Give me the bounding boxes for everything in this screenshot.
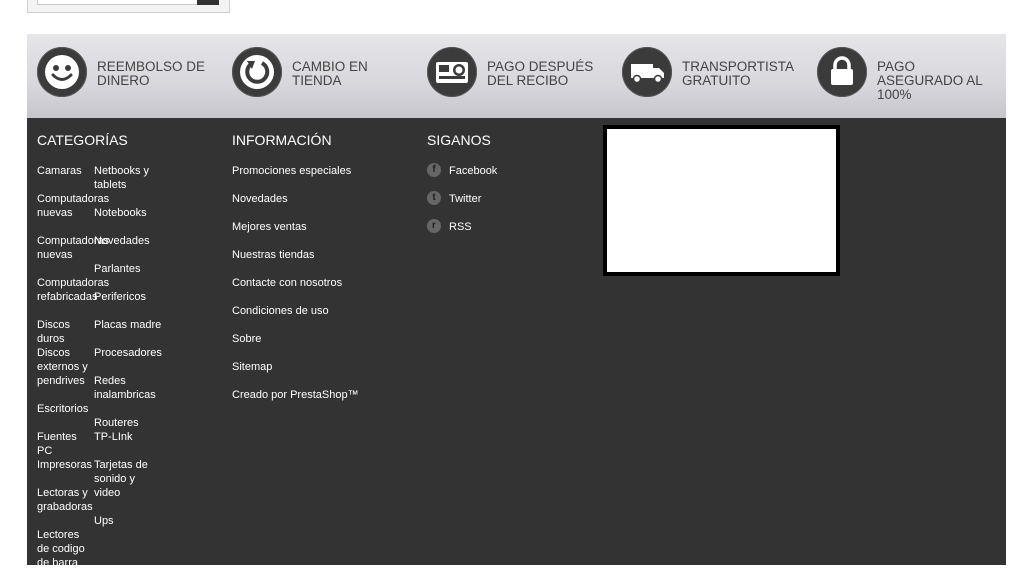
search-button[interactable]: [197, 0, 219, 5]
reassurance-label: PAGO ASEGURADO AL 100%: [877, 59, 983, 102]
category-link[interactable]: Procesadores: [94, 346, 166, 360]
category-link[interactable]: Computadoras refabricadas: [37, 276, 109, 304]
info-link[interactable]: Condiciones de uso: [232, 304, 329, 318]
category-link[interactable]: Netbooks y tablets: [94, 164, 156, 192]
info-link[interactable]: Mejores ventas: [232, 220, 307, 234]
category-link[interactable]: Novedades: [94, 234, 156, 248]
category-link[interactable]: Computadoras nuevas: [37, 192, 109, 220]
category-link[interactable]: Ups: [94, 514, 156, 528]
category-link[interactable]: Impresoras: [37, 458, 93, 472]
info-link[interactable]: Sitemap: [232, 360, 272, 374]
search-input[interactable]: [37, 0, 219, 5]
info-link[interactable]: Creado por PrestaShop™: [232, 388, 359, 402]
truck-icon: [622, 47, 672, 97]
search-block: [27, 0, 230, 13]
lock-icon: [817, 47, 867, 97]
smiley-icon: [37, 47, 87, 97]
facebook-icon: f: [427, 163, 441, 177]
reassurance-label: TRANSPORTISTA GRATUITO: [682, 59, 794, 88]
info-link[interactable]: Nuestras tiendas: [232, 248, 315, 262]
facebook-link[interactable]: Facebook: [449, 164, 497, 178]
info-link[interactable]: Sobre: [232, 332, 261, 346]
category-link[interactable]: Lectoras y grabadoras: [37, 486, 93, 514]
category-link[interactable]: Escritorios: [37, 402, 93, 416]
reassurance-label: PAGO DESPUÉS DEL RECIBO: [487, 59, 594, 88]
cash-icon: [427, 47, 477, 97]
categories-title: CATEGORÍAS: [37, 132, 128, 148]
info-link[interactable]: Novedades: [232, 192, 288, 206]
category-link[interactable]: Lectores de codigo de barra: [37, 528, 93, 570]
rss-icon: r: [427, 219, 441, 233]
category-link[interactable]: Redes inalambricas: [94, 374, 156, 402]
category-link[interactable]: Placas madre: [94, 318, 164, 332]
twitter-link[interactable]: Twitter: [449, 192, 481, 206]
footer: CATEGORÍAS Camaras Computadoras nuevas C…: [27, 118, 1006, 569]
refresh-icon: [232, 47, 282, 97]
reassurance-bar: REEMBOLSO DE DINERO CAMBIO EN TIENDA PAG…: [27, 34, 1006, 118]
category-link[interactable]: Perifericos: [94, 290, 156, 304]
embedded-widget-box: [603, 125, 840, 276]
category-link[interactable]: Tarjetas de sonido y video: [94, 458, 156, 500]
category-link[interactable]: Notebooks: [94, 206, 156, 220]
twitter-icon: t: [427, 191, 441, 205]
info-link[interactable]: Promociones especiales: [232, 164, 351, 178]
category-link[interactable]: Parlantes: [94, 262, 156, 276]
reassurance-label: REEMBOLSO DE DINERO: [97, 59, 206, 88]
category-link[interactable]: Discos duros: [37, 318, 93, 346]
information-title: INFORMACIÓN: [232, 132, 332, 148]
rss-link[interactable]: RSS: [449, 220, 472, 234]
category-link[interactable]: Computadoras nuevas: [37, 234, 109, 262]
category-link[interactable]: Fuentes PC: [37, 430, 93, 458]
social-title: SIGANOS: [427, 132, 491, 148]
category-link[interactable]: Camaras: [37, 164, 92, 178]
category-link[interactable]: Discos externos y pendrives: [37, 346, 93, 388]
reassurance-label: CAMBIO EN TIENDA: [292, 59, 368, 88]
info-link[interactable]: Contacte con nosotros: [232, 276, 342, 290]
category-link[interactable]: Routeres TP-LInk: [94, 416, 156, 444]
